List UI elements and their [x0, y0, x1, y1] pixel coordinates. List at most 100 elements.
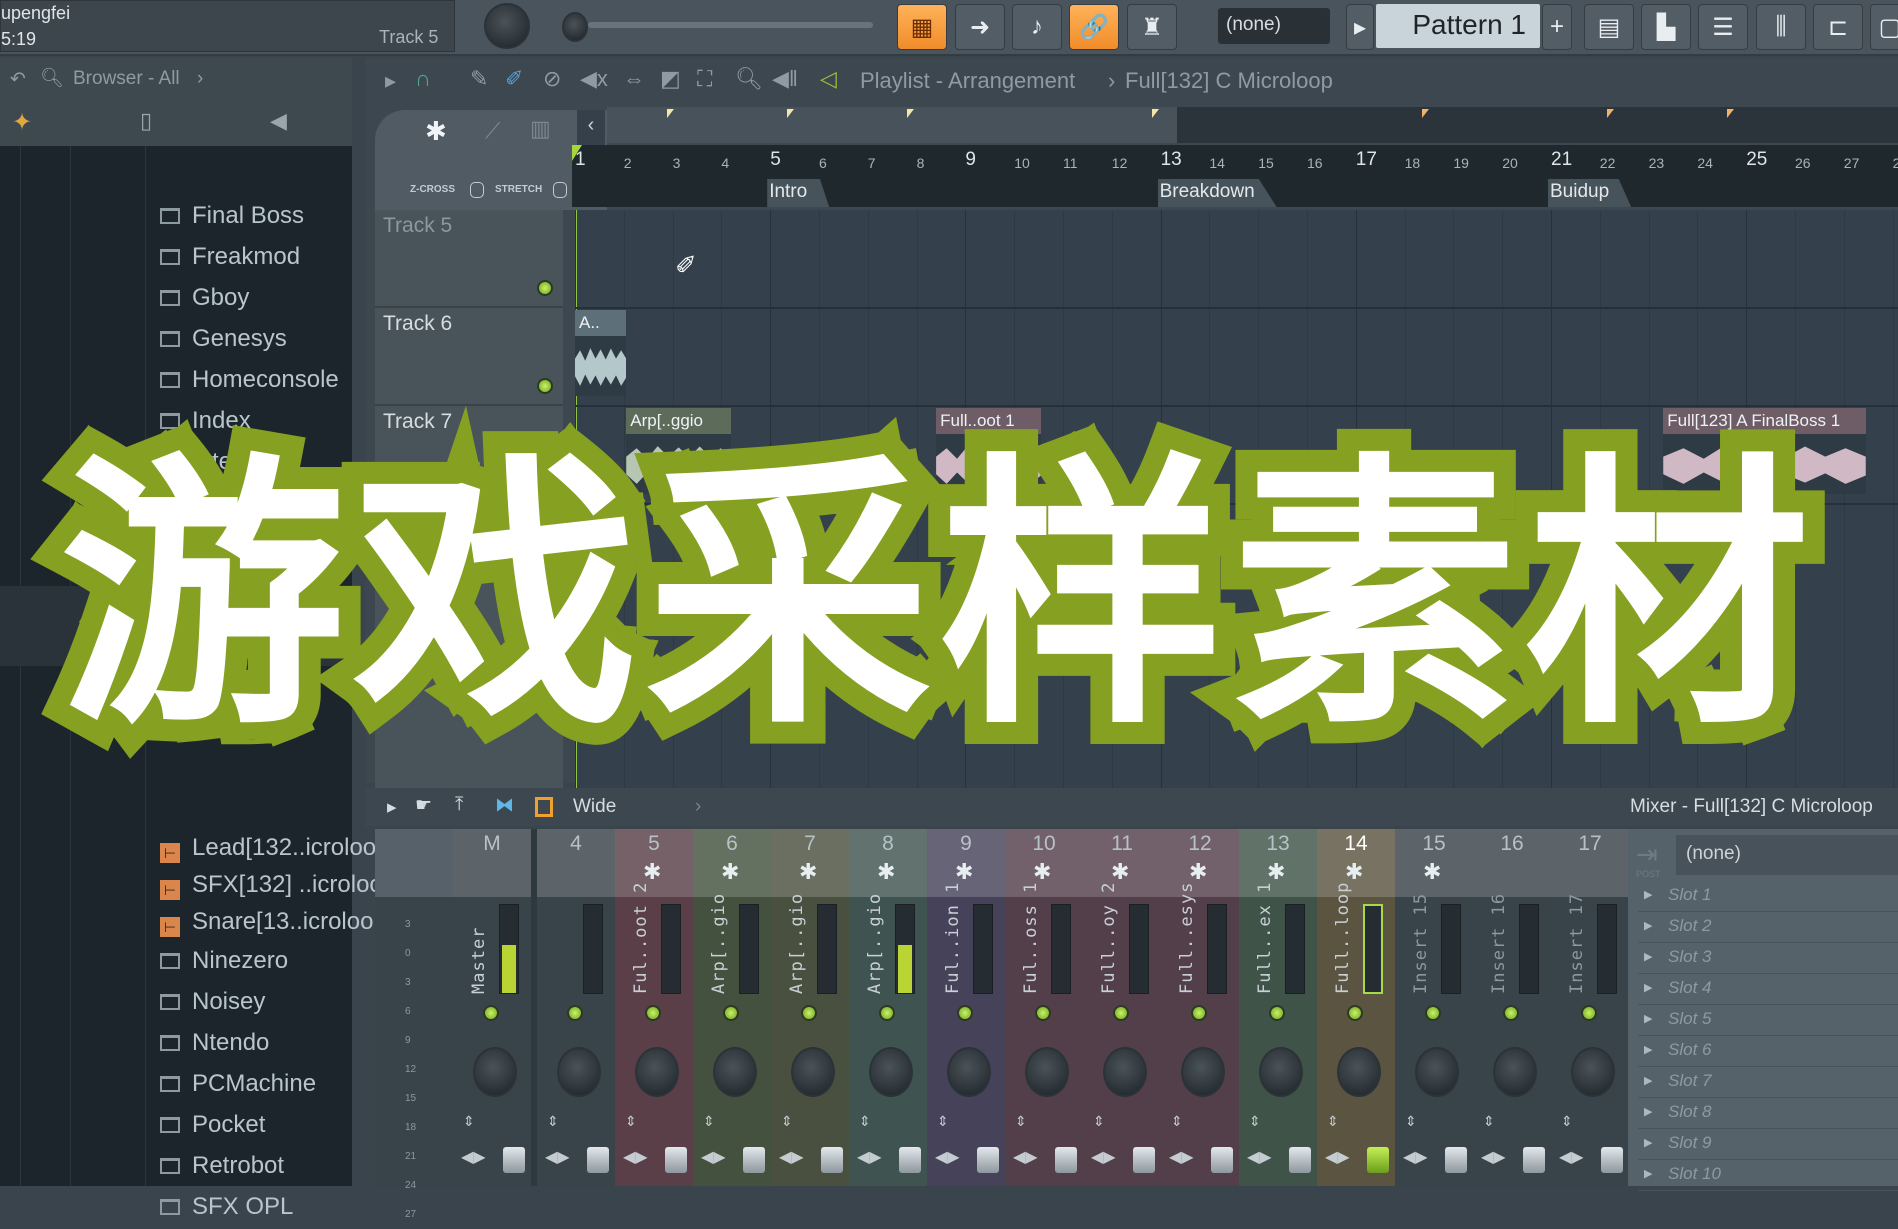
input-icon[interactable]: ⇥: [1636, 839, 1658, 870]
volume-fader[interactable]: [587, 1147, 609, 1173]
mixer-strip[interactable]: 17 Insert 17 ⇕ ◀▶: [1551, 829, 1629, 1186]
mixer-strip[interactable]: 14 ✱ Full..loop ⇕ ◀▶: [1317, 829, 1395, 1186]
sparkle-icon[interactable]: ✦: [12, 108, 32, 137]
overview-strip[interactable]: [607, 107, 1898, 143]
playback-icon[interactable]: ◀‖: [772, 66, 798, 92]
route-arrows-icon[interactable]: ⇕: [781, 1113, 793, 1130]
browser-item[interactable]: Homeconsole: [160, 366, 339, 402]
pan-knob[interactable]: [635, 1047, 679, 1097]
piano-roll-button[interactable]: ▦: [897, 4, 947, 50]
track-header[interactable]: Track 5: [375, 210, 563, 308]
song-start-marker[interactable]: [572, 145, 588, 161]
automation-icon[interactable]: ⟋: [485, 118, 500, 144]
snap-selector[interactable]: (none): [1218, 8, 1330, 44]
volume-fader[interactable]: [821, 1147, 843, 1173]
pencil-icon[interactable]: ✎: [470, 66, 488, 92]
browser-item[interactable]: Freakmod: [160, 243, 300, 279]
marker-breakdown[interactable]: Breakdown: [1157, 179, 1277, 207]
browser-item[interactable]: ⊢ Lead[132..icroloop: [160, 834, 389, 870]
route-arrows-icon[interactable]: ⇕: [859, 1113, 871, 1130]
volume-fader[interactable]: [1445, 1147, 1467, 1173]
mixer-window-icon[interactable]: ⫼: [1756, 4, 1806, 50]
mixer-strip[interactable]: 12 ✱ Full..esys ⇕ ◀▶: [1161, 829, 1239, 1186]
pan-knob[interactable]: [1181, 1047, 1225, 1097]
pattern-selector[interactable]: Pattern 1: [1376, 4, 1540, 48]
export-icon[interactable]: ⤒: [455, 794, 463, 816]
pan-knob[interactable]: [1493, 1047, 1537, 1097]
fx-slot[interactable]: Slot 2: [1638, 912, 1898, 943]
strip-enable-led[interactable]: [1035, 1005, 1051, 1021]
browser-item[interactable]: Noisey: [160, 988, 265, 1024]
browser-item[interactable]: Retrobot: [160, 1152, 284, 1188]
browser-item[interactable]: Ntendo: [160, 1029, 269, 1065]
stereo-icon[interactable]: ◀▶: [545, 1147, 570, 1167]
add-pattern-button[interactable]: +: [1542, 4, 1572, 50]
fx-slot[interactable]: Slot 3: [1638, 943, 1898, 974]
stereo-icon[interactable]: ◀▶: [1013, 1147, 1038, 1167]
piano-icon[interactable]: ▥: [530, 116, 551, 142]
volume-fader[interactable]: [503, 1147, 525, 1173]
pan-knob[interactable]: [473, 1047, 517, 1097]
fx-slot[interactable]: Slot 7: [1638, 1067, 1898, 1098]
strip-enable-led[interactable]: [1191, 1005, 1207, 1021]
back-icon[interactable]: ↶: [10, 68, 26, 91]
fx-slot[interactable]: Slot 10: [1638, 1160, 1898, 1191]
strip-enable-led[interactable]: [957, 1005, 973, 1021]
volume-fader[interactable]: [977, 1147, 999, 1173]
browser-item[interactable]: SFX OPL: [160, 1193, 293, 1229]
master-pitch-slider[interactable]: [588, 22, 873, 28]
pan-knob[interactable]: [1259, 1047, 1303, 1097]
stereo-icon[interactable]: ◀▶: [857, 1147, 882, 1167]
paint-icon[interactable]: ✐: [505, 66, 523, 92]
routing-icon[interactable]: ⧓: [495, 794, 514, 817]
mixer-strip[interactable]: 15 ✱ Insert 15 ⇕ ◀▶: [1395, 829, 1473, 1186]
mixer-strip[interactable]: 9 ✱ Ful..ion 1 ⇕ ◀▶: [927, 829, 1005, 1186]
slice-icon[interactable]: ◩: [660, 66, 681, 92]
volume-fader[interactable]: [1289, 1147, 1311, 1173]
pan-knob[interactable]: [1571, 1047, 1615, 1097]
strip-enable-led[interactable]: [567, 1005, 583, 1021]
browser-item[interactable]: Pocket: [160, 1111, 265, 1147]
browser-item[interactable]: ⊢ SFX[132] ..icroloop: [160, 871, 396, 907]
strip-enable-led[interactable]: [645, 1005, 661, 1021]
stereo-icon[interactable]: ◀▶: [1169, 1147, 1194, 1167]
piano-roll-window-icon[interactable]: ▙: [1641, 4, 1691, 50]
plugin-window-icon[interactable]: ▢: [1870, 4, 1898, 50]
mixer-strip[interactable]: 8 ✱ Arp[..gio ⇕ ◀▶: [849, 829, 927, 1186]
stereo-icon[interactable]: ◀▶: [1481, 1147, 1506, 1167]
volume-fader[interactable]: [665, 1147, 687, 1173]
stereo-icon[interactable]: ◀▶: [1247, 1147, 1272, 1167]
pan-knob[interactable]: [947, 1047, 991, 1097]
pan-knob[interactable]: [1337, 1047, 1381, 1097]
strip-enable-led[interactable]: [1581, 1005, 1597, 1021]
fx-slot[interactable]: Slot 6: [1638, 1036, 1898, 1067]
fx-slot[interactable]: Slot 1: [1638, 881, 1898, 912]
strip-enable-led[interactable]: [723, 1005, 739, 1021]
marker-intro[interactable]: Intro: [767, 179, 830, 207]
channel-rack-icon[interactable]: ☰: [1698, 4, 1748, 50]
mixer-strip[interactable]: 7 ✱ Arp[..gio ⇕ ◀▶: [771, 829, 849, 1186]
search-icon[interactable]: 🔍︎: [40, 66, 64, 90]
stereo-icon[interactable]: ◀▶: [461, 1147, 486, 1167]
route-arrows-icon[interactable]: ⇕: [1483, 1113, 1495, 1130]
pattern-prev-button[interactable]: ▸: [1346, 4, 1374, 50]
volume-fader[interactable]: [743, 1147, 765, 1173]
strip-enable-led[interactable]: [1425, 1005, 1441, 1021]
scroll-left-button[interactable]: ‹: [577, 110, 605, 146]
step-icon[interactable]: ♪: [1012, 4, 1062, 50]
metronome-icon[interactable]: ♜: [1127, 4, 1177, 50]
strip-enable-led[interactable]: [1347, 1005, 1363, 1021]
route-arrows-icon[interactable]: ⇕: [1015, 1113, 1027, 1130]
volume-fader[interactable]: [1133, 1147, 1155, 1173]
breadcrumb-pattern[interactable]: Full[132] C Microloop: [1125, 68, 1333, 94]
chevron-right-icon[interactable]: ›: [695, 796, 701, 818]
pan-knob[interactable]: [713, 1047, 757, 1097]
browser-item[interactable]: Genesys: [160, 325, 287, 361]
menu-arrow-icon[interactable]: ▸: [385, 68, 396, 94]
zoom-icon[interactable]: 🔍︎: [735, 66, 763, 92]
zcross-toggle[interactable]: [470, 182, 484, 198]
view-mode[interactable]: Wide: [573, 796, 616, 818]
overview-selection[interactable]: [607, 107, 1177, 143]
strip-enable-led[interactable]: [483, 1005, 499, 1021]
route-arrows-icon[interactable]: ⇕: [703, 1113, 715, 1130]
